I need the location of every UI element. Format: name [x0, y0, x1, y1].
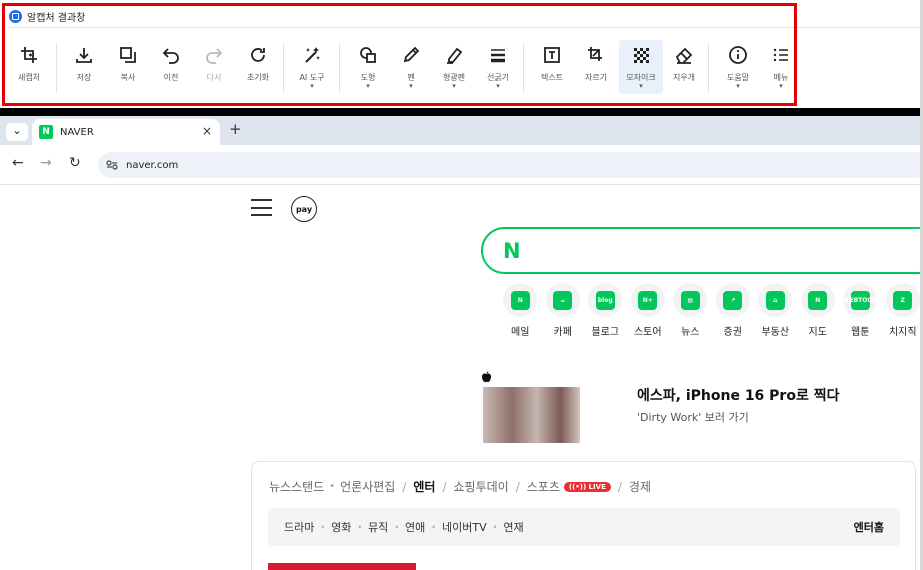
subnav-separator: •	[357, 522, 363, 532]
address-bar[interactable]: naver.com	[98, 152, 923, 178]
subnav-item[interactable]: 연애	[405, 519, 425, 535]
news-tab[interactable]: 스포츠	[527, 478, 560, 495]
shortcut-label: 뉴스	[681, 327, 700, 338]
shortcut-icon: ▤	[673, 283, 708, 317]
shortcut-item[interactable]: ▤ 뉴스	[669, 283, 712, 338]
tab-separator: /	[402, 479, 407, 494]
shortcut-label: 블로그	[591, 327, 620, 338]
shortcut-label: 지도	[808, 327, 827, 338]
shortcut-label: 웹툰	[851, 327, 870, 338]
subnav-item[interactable]: 네이버TV	[442, 519, 487, 535]
url-text: naver.com	[126, 159, 179, 171]
shortcut-icon: ☕	[545, 283, 580, 317]
naver-favicon-icon: N	[39, 125, 53, 139]
banner-image[interactable]	[483, 387, 580, 443]
shortcut-glyph: ⌂	[765, 290, 785, 310]
shortcut-icon: ⌂	[758, 283, 793, 317]
service-shortcuts: N 메일 ☕ 카페 blog 블로그 N+ 스토어 ▤ 뉴스 ↗ 증권 ⌂ 부동산 N 지도 WEBTOON 웹툰…	[499, 283, 923, 338]
shortcut-glyph: ↗	[723, 290, 743, 310]
news-panel: 뉴스스탠드 • 언론사편집 / 엔터 / 쇼핑투데이 / 스포츠 ((•)) LIVE / 경제 드라…	[251, 461, 916, 570]
shortcut-glyph: blog	[595, 290, 615, 310]
shortcut-glyph: WEBTOON	[843, 290, 878, 310]
shortcut-item[interactable]: ↗ 증권	[712, 283, 755, 338]
subnav-separator: •	[320, 522, 326, 532]
ad-banner[interactable]: 에스파, iPhone 16 Pro로 찍다 'Dirty Work' 보러 가…	[481, 371, 921, 443]
tab-separator: /	[617, 479, 622, 494]
shortcut-icon: blog	[588, 283, 623, 317]
naver-page: pay N N 메일 ☕ 카페 blog 블로그 N+ 스토어 ▤ 뉴스 ↗ 증권 ⌂ 부동산 N 지도 WEB…	[0, 185, 923, 570]
chevron-down-icon: ⌄	[12, 123, 22, 137]
highlight-frame	[2, 3, 797, 106]
shortcut-item[interactable]: ☕ 카페	[542, 283, 585, 338]
tab-search-button[interactable]: ⌄	[6, 123, 28, 141]
shortcut-item[interactable]: Z 치지직	[882, 283, 923, 338]
subnav-separator: •	[492, 522, 498, 532]
shortcut-glyph: ▤	[680, 290, 700, 310]
search-input[interactable]: N	[481, 227, 923, 274]
back-button[interactable]: ←	[12, 155, 24, 171]
shortcut-item[interactable]: blog 블로그	[584, 283, 627, 338]
shortcut-item[interactable]: N 메일	[499, 283, 542, 338]
hamburger-menu-icon[interactable]	[251, 199, 272, 216]
apple-logo-icon	[481, 371, 492, 386]
shortcut-label: 카페	[553, 327, 572, 338]
shortcut-label: 메일	[511, 327, 530, 338]
shortcut-item[interactable]: N+ 스토어	[627, 283, 670, 338]
news-tab[interactable]: 뉴스스탠드	[269, 478, 324, 495]
subnav-item[interactable]: 뮤직	[368, 519, 388, 535]
tab-title: NAVER	[60, 126, 94, 138]
shortcut-item[interactable]: WEBTOON 웹툰	[839, 283, 882, 338]
forward-button[interactable]: →	[40, 155, 52, 171]
shortcut-glyph: N	[510, 290, 530, 310]
shortcut-icon: N	[800, 283, 835, 317]
shortcut-glyph: N	[808, 290, 828, 310]
reload-button[interactable]: ↻	[69, 155, 81, 171]
subnav-item[interactable]: 영화	[331, 519, 351, 535]
shortcut-icon: Z	[885, 283, 920, 317]
shortcut-icon: N+	[630, 283, 665, 317]
naver-logo[interactable]: N	[503, 239, 521, 263]
banner-subtitle[interactable]: 'Dirty Work' 보러 가기	[637, 409, 749, 425]
entertainment-subnav: 드라마 • 영화 • 뮤직 • 연애 • 네이버TV • 연재 엔터홈	[268, 508, 900, 546]
shortcut-glyph: Z	[893, 290, 913, 310]
shortcut-icon: WEBTOON	[843, 283, 878, 317]
site-settings-icon[interactable]	[106, 160, 118, 170]
shortcut-glyph: ☕	[553, 290, 573, 310]
shortcut-label: 스토어	[633, 327, 662, 338]
browser-tab-naver[interactable]: N NAVER ×	[32, 119, 220, 145]
news-tab[interactable]: 엔터	[413, 478, 435, 495]
subnav-item[interactable]: 연재	[503, 519, 523, 535]
subnav-separator: •	[431, 522, 436, 532]
tab-separator: •	[329, 481, 336, 492]
news-tab[interactable]: 쇼핑투데이	[454, 478, 509, 495]
entertainment-home-link[interactable]: 엔터홈	[854, 519, 884, 535]
shortcut-item[interactable]: ⌂ 부동산	[754, 283, 797, 338]
shortcut-icon: N	[503, 283, 538, 317]
naver-pay-button[interactable]: pay	[291, 196, 317, 222]
shortcut-icon: ↗	[715, 283, 750, 317]
tab-separator: /	[442, 479, 447, 494]
news-tab[interactable]: 경제	[629, 478, 651, 495]
shortcut-glyph: N+	[638, 290, 658, 310]
shortcut-label: 부동산	[761, 327, 790, 338]
banner-title[interactable]: 에스파, iPhone 16 Pro로 찍다	[637, 385, 839, 405]
close-tab-icon[interactable]: ×	[202, 124, 212, 138]
new-tab-button[interactable]: +	[229, 120, 242, 138]
tab-separator: /	[515, 479, 520, 494]
news-tab[interactable]: 언론사편집	[340, 478, 395, 495]
subnav-item[interactable]: 드라마	[284, 519, 314, 535]
news-tabs: 뉴스스탠드 • 언론사편집 / 엔터 / 쇼핑투데이 / 스포츠 ((•)) LIVE / 경제	[269, 478, 651, 495]
subnav-separator: •	[394, 522, 400, 532]
live-badge: ((•)) LIVE	[563, 481, 611, 492]
shortcut-label: 치지직	[888, 327, 917, 338]
window-gap	[0, 108, 923, 116]
shortcut-label: 증권	[723, 327, 742, 338]
browser-navbar: ← → ↻ naver.com	[0, 145, 923, 185]
news-thumbnail[interactable]	[268, 563, 416, 570]
shortcut-item[interactable]: N 지도	[797, 283, 840, 338]
subnav-items: 드라마 • 영화 • 뮤직 • 연애 • 네이버TV • 연재	[284, 519, 524, 535]
